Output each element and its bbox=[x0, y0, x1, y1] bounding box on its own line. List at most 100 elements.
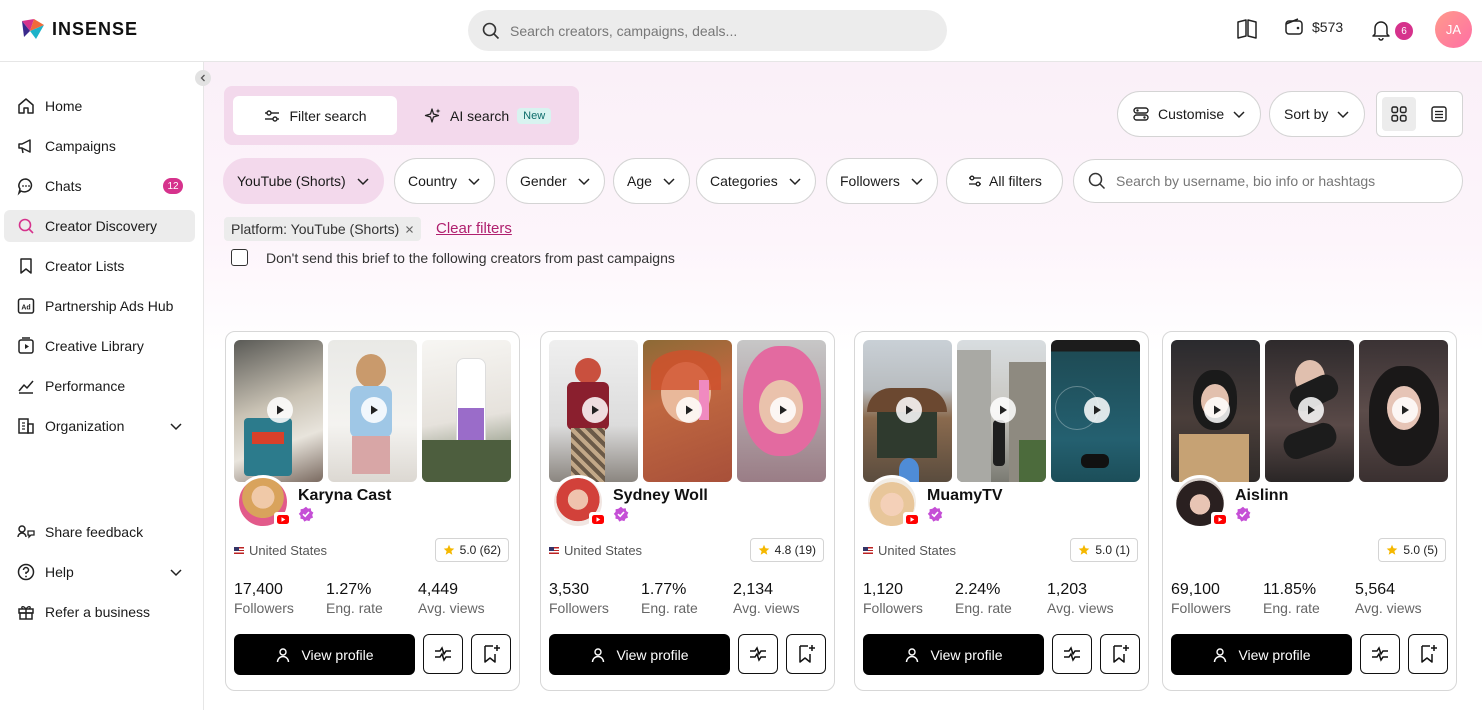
video-thumbnail[interactable] bbox=[643, 340, 732, 482]
star-icon bbox=[1079, 544, 1090, 555]
gender-filter[interactable]: Gender bbox=[506, 158, 605, 204]
sidebar-item-partnership-ads-hub[interactable]: Ad Partnership Ads Hub bbox=[4, 290, 195, 322]
video-thumbnail[interactable] bbox=[234, 340, 323, 482]
video-thumbnail[interactable] bbox=[1051, 340, 1140, 482]
video-thumbnail[interactable] bbox=[957, 340, 1046, 482]
add-to-list-button[interactable] bbox=[1408, 634, 1448, 674]
compare-button[interactable] bbox=[738, 634, 778, 674]
play-icon bbox=[1298, 397, 1324, 423]
age-filter[interactable]: Age bbox=[613, 158, 690, 204]
video-thumbnail[interactable] bbox=[549, 340, 638, 482]
creator-rating: 4.8 (19) bbox=[749, 538, 824, 562]
creator-rating: 5.0 (62) bbox=[434, 538, 509, 562]
youtube-icon bbox=[589, 512, 607, 526]
sidebar-item-help[interactable]: Help bbox=[4, 556, 195, 588]
sidebar-item-creator-discovery[interactable]: Creator Discovery bbox=[4, 210, 195, 242]
followers-filter[interactable]: Followers bbox=[826, 158, 938, 204]
platform-filter[interactable]: YouTube (Shorts) bbox=[223, 158, 384, 204]
compare-button[interactable] bbox=[1360, 634, 1400, 674]
ai-search-tab[interactable]: AI search New bbox=[410, 96, 570, 135]
wallet-balance[interactable]: $573 bbox=[1284, 17, 1343, 37]
book-icon[interactable] bbox=[1236, 18, 1258, 40]
sidebar-item-performance[interactable]: Performance bbox=[4, 370, 195, 402]
video-thumbnail[interactable] bbox=[422, 340, 511, 482]
view-profile-button[interactable]: View profile bbox=[863, 634, 1044, 675]
avg-views-stat: 4,449 Avg. views bbox=[418, 581, 485, 616]
global-search-input[interactable] bbox=[510, 22, 910, 39]
filter-search-tab[interactable]: Filter search bbox=[233, 96, 397, 135]
video-thumbnail[interactable] bbox=[1171, 340, 1260, 482]
verified-badge-icon bbox=[1235, 506, 1251, 522]
avg-views-stat: 1,203 Avg. views bbox=[1047, 581, 1114, 616]
avg-views-value: 4,449 bbox=[418, 581, 459, 598]
sidebar-item-creative-library[interactable]: Creative Library bbox=[4, 330, 195, 362]
creator-name[interactable]: MuamyTV bbox=[927, 487, 1003, 505]
all-filters-button[interactable]: All filters bbox=[946, 158, 1063, 204]
view-profile-button[interactable]: View profile bbox=[234, 634, 415, 675]
sidebar-item-campaigns[interactable]: Campaigns bbox=[4, 130, 195, 162]
video-thumbnail[interactable] bbox=[1359, 340, 1448, 482]
view-profile-button[interactable]: View profile bbox=[1171, 634, 1352, 675]
sidebar-item-home[interactable]: Home bbox=[4, 90, 195, 122]
global-search[interactable] bbox=[468, 10, 947, 51]
list-view-button[interactable] bbox=[1422, 97, 1456, 131]
categories-filter[interactable]: Categories bbox=[696, 158, 816, 204]
compare-button[interactable] bbox=[423, 634, 463, 674]
compare-icon bbox=[1064, 646, 1080, 662]
megaphone-icon bbox=[18, 139, 31, 154]
ai-search-label: AI search bbox=[450, 107, 510, 124]
sidebar-item-share-feedback[interactable]: Share feedback bbox=[4, 516, 195, 548]
svg-text:Ad: Ad bbox=[21, 305, 30, 312]
customise-button[interactable]: Customise bbox=[1117, 91, 1262, 137]
view-profile-button[interactable]: View profile bbox=[549, 634, 730, 675]
bookmark-add-icon bbox=[799, 645, 815, 663]
country-filter[interactable]: Country bbox=[394, 158, 496, 204]
followers-stat: 1,120 Followers bbox=[863, 581, 923, 616]
avg-views-label: Avg. views bbox=[1047, 600, 1114, 616]
clear-filters-link[interactable]: Clear filters bbox=[436, 220, 512, 237]
sidebar-item-label: Chats bbox=[45, 178, 82, 194]
sidebar-collapse-button[interactable] bbox=[195, 70, 211, 86]
add-to-list-button[interactable] bbox=[1100, 634, 1140, 674]
sort-by-button[interactable]: Sort by bbox=[1269, 91, 1366, 137]
search-icon bbox=[482, 22, 500, 39]
creator-name[interactable]: Sydney Woll bbox=[613, 487, 708, 505]
exclude-brief-label: Don't send this brief to the following c… bbox=[266, 249, 675, 266]
user-avatar[interactable]: JA bbox=[1435, 11, 1472, 48]
eng-rate-stat: 1.77% Eng. rate bbox=[641, 581, 698, 616]
bookmark-add-icon bbox=[1113, 645, 1129, 663]
creator-name[interactable]: Aislinn bbox=[1235, 487, 1288, 505]
help-icon bbox=[17, 563, 35, 581]
play-icon bbox=[361, 397, 387, 423]
creator-name[interactable]: Karyna Cast bbox=[298, 487, 391, 505]
grid-view-button[interactable] bbox=[1382, 97, 1416, 131]
country-name: United States bbox=[249, 543, 328, 558]
bell-icon[interactable] bbox=[1370, 19, 1392, 41]
chevron-left-icon bbox=[200, 74, 205, 82]
sidebar-item-organization[interactable]: Organization bbox=[4, 410, 195, 442]
video-thumbnail[interactable] bbox=[328, 340, 417, 482]
sidebar-item-label: Help bbox=[45, 564, 74, 580]
bookmark-add-icon bbox=[1421, 645, 1437, 663]
followers-value: 69,100 bbox=[1171, 581, 1220, 598]
creator-card: Karyna Cast United States 5.0 (62) 17,40… bbox=[225, 331, 520, 691]
rating-value: 5.0 (62) bbox=[459, 543, 501, 557]
rating-value: 5.0 (1) bbox=[1095, 543, 1130, 557]
sidebar-item-label: Organization bbox=[45, 418, 125, 434]
creator-search[interactable] bbox=[1073, 159, 1463, 203]
eng-rate-label: Eng. rate bbox=[641, 600, 698, 616]
add-to-list-button[interactable] bbox=[471, 634, 511, 674]
compare-button[interactable] bbox=[1052, 634, 1092, 674]
sidebar-item-refer-a-business[interactable]: Refer a business bbox=[4, 596, 195, 628]
video-thumbnail[interactable] bbox=[1265, 340, 1354, 482]
exclude-brief-checkbox[interactable] bbox=[231, 249, 248, 266]
insense-logo[interactable]: INSENSE bbox=[20, 17, 138, 41]
close-icon[interactable] bbox=[405, 225, 414, 234]
chevron-down-icon bbox=[578, 178, 590, 186]
add-to-list-button[interactable] bbox=[786, 634, 826, 674]
video-thumbnail[interactable] bbox=[737, 340, 826, 482]
creator-search-input[interactable] bbox=[1116, 173, 1446, 189]
sidebar-item-creator-lists[interactable]: Creator Lists bbox=[4, 250, 195, 282]
sidebar-item-chats[interactable]: Chats 12 bbox=[4, 170, 195, 202]
video-thumbnail[interactable] bbox=[863, 340, 952, 482]
